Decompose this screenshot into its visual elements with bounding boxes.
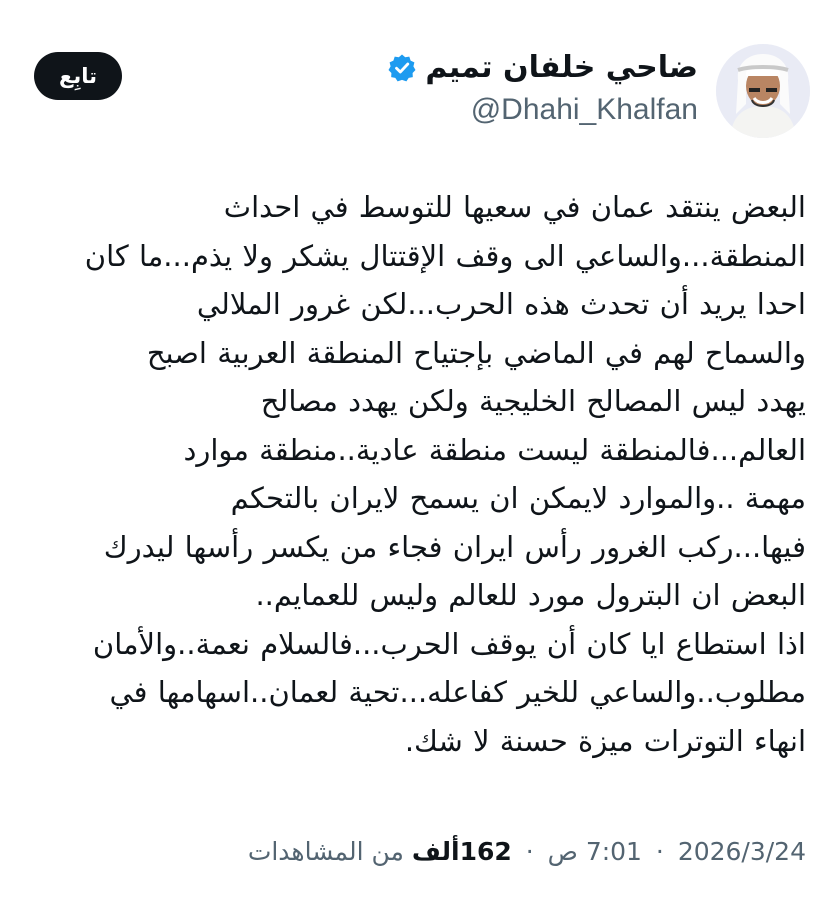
tweet-header: ضاحي خلفان تميم @Dhahi_Khalfan تابِع <box>34 44 810 140</box>
verified-badge-icon[interactable] <box>387 53 417 83</box>
tweet-text-line: مهمة ..والموارد لايمكن ان يسمح لايران با… <box>230 481 806 515</box>
tweet-text: البعض ينتقد عمان في سعيها للتوسط في احدا… <box>30 183 806 765</box>
tweet-text-line: فيها...ركب الغرور رأس ايران فجاء من يكسر… <box>103 529 806 564</box>
tweet-text-line: البعض ينتقد عمان في سعيها للتوسط في احدا… <box>223 190 806 224</box>
tweet-text-line: البعض ان البترول مورد للعالم وليس للعماي… <box>255 578 806 612</box>
profile-photo-icon <box>716 44 810 138</box>
tweet-time[interactable]: 7:01 ص <box>548 837 642 866</box>
tweet-text-line: مطلوب..والساعي للخير كفاعله...تحية لعمان… <box>109 675 806 709</box>
tweet-text-line: احدا يريد أن تحدث هذه الحرب...لكن غرور ا… <box>196 287 806 321</box>
meta-separator: · <box>655 837 664 866</box>
tweet-text-line: المنطقة...والساعي الى وقف الإقتتال يشكر … <box>84 238 806 273</box>
tweet-date[interactable]: 2026/3/24 <box>678 837 806 866</box>
tweet-text-line: العالم...فالمنطقة ليست منطقة عادية..منطق… <box>183 432 806 467</box>
avatar[interactable] <box>716 44 810 138</box>
tweet-text-line: يهدد ليس المصالح الخليجية ولكن يهدد مصال… <box>260 384 806 418</box>
views-count: 162ألف <box>411 837 512 866</box>
tweet-text-line: انهاء التوترات ميزة حسنة لا شك. <box>404 723 806 758</box>
author-display-name[interactable]: ضاحي خلفان تميم <box>425 50 698 86</box>
author-handle[interactable]: @Dhahi_Khalfan <box>387 90 698 130</box>
author-name-row: ضاحي خلفان تميم <box>387 50 698 86</box>
meta-separator: · <box>525 837 534 866</box>
views-label: من المشاهدات <box>247 837 404 866</box>
tweet-text-line: اذا استطاع ايا كان أن يوقف الحرب...فالسل… <box>92 626 806 661</box>
author-identity: ضاحي خلفان تميم @Dhahi_Khalfan <box>387 50 698 130</box>
tweet-meta: 2026/3/24 · 7:01 ص · 162ألف من المشاهدات <box>248 834 806 870</box>
follow-button[interactable]: تابِع <box>34 52 122 100</box>
tweet-text-line: والسماح لهم في الماضي بإجتياح المنطقة ال… <box>146 335 806 370</box>
